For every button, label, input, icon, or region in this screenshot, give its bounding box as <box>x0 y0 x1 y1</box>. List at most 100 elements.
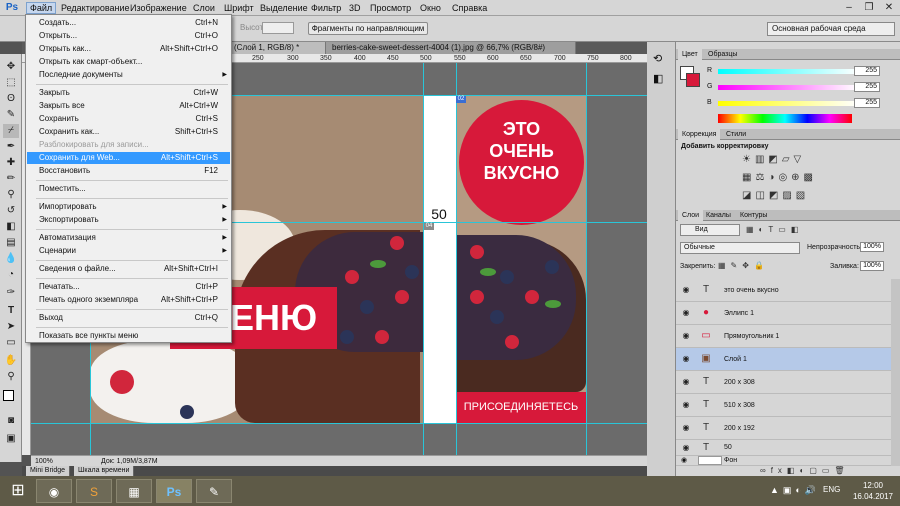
tab-adjustments[interactable]: Коррекция <box>678 129 721 140</box>
menu-item-file-info[interactable]: Сведения о файле... Alt+Shift+Ctrl+I <box>27 263 230 275</box>
stamp-tool-icon[interactable]: ⚲ <box>3 188 19 202</box>
layer-filter-select[interactable]: Вид <box>680 224 740 236</box>
menu-item-new[interactable]: Создать... Ctrl+N <box>27 17 230 29</box>
layer-filter-icons[interactable]: ▦◐T▭◧ <box>746 225 803 234</box>
zoom-tool-icon[interactable]: ⚲ <box>3 370 19 384</box>
menu-type[interactable]: Шрифт <box>221 2 257 14</box>
language-indicator[interactable]: ENG <box>823 485 840 494</box>
path-select-tool-icon[interactable]: ➤ <box>3 320 19 334</box>
type-tool-icon[interactable]: T <box>3 304 19 318</box>
menu-item-import[interactable]: Импортировать ▶ <box>27 201 230 213</box>
layer-row[interactable]: ◉ T 50 <box>676 440 891 456</box>
shape-tool-icon[interactable]: ▭ <box>3 336 19 350</box>
menu-item-print-one[interactable]: Печать одного экземпляра Alt+Shift+Ctrl+P <box>27 294 230 306</box>
menu-item-show-all[interactable]: Показать все пункты меню <box>27 330 230 342</box>
start-button-icon[interactable]: ⊞ <box>8 481 28 501</box>
guide-vertical[interactable] <box>456 63 457 455</box>
channel-g-value[interactable]: 255 <box>854 82 880 92</box>
menu-file[interactable]: Файл <box>26 2 57 14</box>
visibility-eye-icon[interactable]: ◉ <box>681 456 687 464</box>
brush-tool-icon[interactable]: ✏ <box>3 172 19 186</box>
workspace-select[interactable]: Основная рабочая среда <box>767 22 895 36</box>
visibility-eye-icon[interactable]: ◉ <box>681 377 691 386</box>
bg-color-preview[interactable] <box>686 73 700 87</box>
tab-timeline[interactable]: Шкала времени <box>74 466 135 476</box>
menu-item-open-as[interactable]: Открыть как... Alt+Shift+Ctrl+O <box>27 43 230 55</box>
menu-filter[interactable]: Фильтр <box>308 2 344 14</box>
menu-item-save-as[interactable]: Сохранить как... Shift+Ctrl+S <box>27 126 230 138</box>
clock[interactable]: 12:00 16.04.2017 <box>846 480 900 502</box>
layer-row-background[interactable]: ◉ Фон <box>676 456 891 466</box>
menu-item-automate[interactable]: Автоматизация ▶ <box>27 232 230 244</box>
layer-row[interactable]: ◉ T 200 x 192 <box>676 417 891 440</box>
restore-button[interactable]: ❐ <box>860 1 878 14</box>
menu-3d[interactable]: 3D <box>346 2 364 14</box>
visibility-eye-icon[interactable]: ◉ <box>681 285 691 294</box>
guide-horizontal[interactable] <box>31 423 647 424</box>
healing-tool-icon[interactable]: ✚ <box>3 156 19 170</box>
tray-icons[interactable]: ▲▣◐🔊 <box>770 485 820 496</box>
marquee-tool-icon[interactable]: ⬚ <box>3 76 19 90</box>
photoshop-app-icon[interactable]: Ps <box>156 479 192 503</box>
menu-window[interactable]: Окно <box>417 2 444 14</box>
fill-value[interactable]: 100% <box>860 261 884 271</box>
move-tool-icon[interactable]: ✥ <box>3 60 19 74</box>
menu-select[interactable]: Выделение <box>257 2 311 14</box>
slice-badge-04[interactable]: 04 <box>424 223 434 230</box>
visibility-eye-icon[interactable]: ◉ <box>681 400 691 409</box>
eyedropper-tool-icon[interactable]: ✒ <box>3 140 19 154</box>
opacity-value[interactable]: 100% <box>860 242 884 252</box>
history-brush-tool-icon[interactable]: ↺ <box>3 204 19 218</box>
quick-mask-icon[interactable]: ◙ <box>3 414 19 428</box>
menu-item-place[interactable]: Поместить... <box>27 183 230 195</box>
slice-tool-icon[interactable]: ⌿ <box>3 124 19 138</box>
eraser-tool-icon[interactable]: ◧ <box>3 220 19 234</box>
lock-icons[interactable]: ▦✎✥🔒 <box>718 261 769 270</box>
lasso-tool-icon[interactable]: ʘ <box>3 92 19 106</box>
fragments-button[interactable]: Фрагменты по направляющим <box>308 22 428 35</box>
layer-row[interactable]: ◉ T это очень вкусно <box>676 279 891 302</box>
menu-item-close[interactable]: Закрыть Ctrl+W <box>27 87 230 99</box>
menu-item-scripts[interactable]: Сценарии ▶ <box>27 245 230 257</box>
sublime-app-icon[interactable]: S <box>76 479 112 503</box>
properties-icon[interactable]: ◧ <box>653 72 663 85</box>
adjustment-icons-row-1[interactable]: ☀▥◩▱▽ <box>742 154 805 165</box>
menu-item-close-all[interactable]: Закрыть все Alt+Ctrl+W <box>27 100 230 112</box>
height-field[interactable] <box>262 22 294 34</box>
dodge-tool-icon[interactable]: ◔ <box>3 268 19 282</box>
menu-item-open-smart[interactable]: Открыть как смарт-объект... <box>27 56 230 68</box>
doc-tab-berries[interactable]: berries-cake-sweet-dessert-4004 (1).jpg … <box>326 42 576 54</box>
adjustment-icons-row-3[interactable]: ◪◫◩▨▧ <box>742 190 809 201</box>
slice-badge-02[interactable]: 02 <box>456 96 466 103</box>
quick-select-tool-icon[interactable]: ✎ <box>3 108 19 122</box>
visibility-eye-icon[interactable]: ◉ <box>681 423 691 432</box>
layer-row[interactable]: ◉ T 510 x 308 <box>676 394 891 417</box>
layer-bottom-icons[interactable]: ∞fx◧◐▢▭🗑 <box>760 466 850 475</box>
visibility-eye-icon[interactable]: ◉ <box>681 331 691 340</box>
menu-item-print[interactable]: Печатать... Ctrl+P <box>27 281 230 293</box>
close-button[interactable]: ✕ <box>880 1 898 14</box>
tab-color[interactable]: Цвет <box>678 49 702 60</box>
visibility-eye-icon[interactable]: ◉ <box>681 443 691 452</box>
chrome-app-icon[interactable]: ◉ <box>36 479 72 503</box>
menu-item-export[interactable]: Экспортировать ▶ <box>27 214 230 226</box>
menu-view[interactable]: Просмотр <box>367 2 414 14</box>
visibility-eye-icon[interactable]: ◉ <box>681 308 691 317</box>
minimize-button[interactable]: – <box>840 1 858 14</box>
menu-item-save-for-web[interactable]: Сохранить для Web... Alt+Shift+Ctrl+S <box>27 152 230 164</box>
gradient-tool-icon[interactable]: ▤ <box>3 236 19 250</box>
menu-image[interactable]: Изображение <box>127 2 190 14</box>
channel-r-slider[interactable] <box>718 69 858 74</box>
channel-g-slider[interactable] <box>718 85 858 90</box>
layers-scrollbar[interactable] <box>891 279 900 466</box>
channel-b-value[interactable]: 255 <box>854 98 880 108</box>
history-icon[interactable]: ⟲ <box>653 52 662 65</box>
blend-mode-select[interactable]: Обычные <box>680 242 800 254</box>
menu-layers[interactable]: Слои <box>190 2 218 14</box>
menu-item-recent[interactable]: Последние документы ▶ <box>27 69 230 81</box>
network-app-icon[interactable]: ▦ <box>116 479 152 503</box>
menu-item-exit[interactable]: Выход Ctrl+Q <box>27 312 230 324</box>
foreground-color-swatch[interactable] <box>3 390 14 401</box>
tab-channels[interactable]: Каналы <box>702 210 735 221</box>
blur-tool-icon[interactable]: 💧 <box>3 252 19 266</box>
